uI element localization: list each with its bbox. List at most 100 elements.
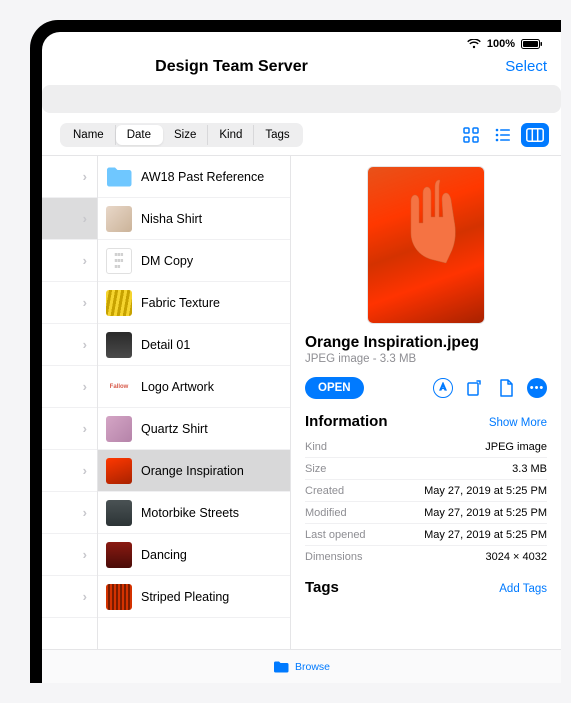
wifi-icon [467, 39, 481, 49]
sort-segmented: NameDateSizeKindTags [60, 123, 303, 147]
select-button[interactable]: Select [505, 58, 547, 75]
file-label: Fabric Texture [141, 296, 220, 310]
parent-row[interactable]: › [42, 198, 97, 240]
parent-row[interactable]: › [42, 324, 97, 366]
image-thumbnail [106, 416, 132, 442]
create-pdf-icon[interactable] [463, 377, 485, 399]
info-row: Size 3.3 MB [305, 458, 547, 480]
file-row[interactable]: Striped Pleating [98, 576, 290, 618]
parent-row[interactable]: › [42, 576, 97, 618]
folder-icon [106, 164, 132, 190]
browse-label[interactable]: Browse [295, 661, 330, 673]
file-row[interactable]: Detail 01 [98, 324, 290, 366]
info-value: May 27, 2019 at 5:25 PM [424, 529, 547, 541]
browse-icon[interactable] [273, 661, 289, 673]
info-key: Size [305, 463, 326, 475]
chevron-right-icon: › [83, 463, 87, 478]
parent-row[interactable]: › [42, 534, 97, 576]
image-thumbnail [106, 584, 132, 610]
sort-tags[interactable]: Tags [254, 125, 300, 145]
info-value: 3024 × 4032 [486, 551, 547, 563]
parent-row[interactable]: › [42, 240, 97, 282]
info-value: 3.3 MB [512, 463, 547, 475]
sort-name[interactable]: Name [62, 125, 116, 145]
chevron-right-icon: › [83, 589, 87, 604]
info-value: May 27, 2019 at 5:25 PM [424, 485, 547, 497]
file-label: Motorbike Streets [141, 506, 239, 520]
main-columns: ››››››››››› AW18 Past ReferenceNisha Shi… [42, 155, 561, 649]
parent-row[interactable]: › [42, 156, 97, 198]
chevron-right-icon: › [83, 379, 87, 394]
image-thumbnail [106, 332, 132, 358]
chevron-right-icon: › [83, 421, 87, 436]
view-toggles [457, 123, 549, 147]
information-header: Information Show More [305, 413, 547, 430]
file-preview[interactable] [367, 166, 485, 324]
chevron-right-icon: › [83, 547, 87, 562]
file-row[interactable]: AW18 Past Reference [98, 156, 290, 198]
info-value: May 27, 2019 at 5:25 PM [424, 507, 547, 519]
parent-row[interactable]: › [42, 408, 97, 450]
info-row: ModifiedMay 27, 2019 at 5:25 PM [305, 502, 547, 524]
file-label: AW18 Past Reference [141, 170, 264, 184]
file-meta: JPEG image - 3.3 MB [305, 353, 547, 365]
file-label: DM Copy [141, 254, 193, 268]
tags-header: Tags Add Tags [305, 579, 547, 596]
file-label: Detail 01 [141, 338, 190, 352]
file-label: Logo Artwork [141, 380, 214, 394]
header: Design Team Server Select [42, 52, 561, 85]
info-row: Dimensions3024 × 4032 [305, 546, 547, 567]
file-label: Dancing [141, 548, 187, 562]
info-key: Last opened [305, 529, 366, 541]
parent-row[interactable]: › [42, 450, 97, 492]
battery-percent: 100% [487, 38, 515, 50]
file-actions: OPEN ••• [305, 377, 547, 399]
file-row[interactable]: Quartz Shirt [98, 408, 290, 450]
file-label: Orange Inspiration [141, 464, 244, 478]
search-bar[interactable] [42, 85, 561, 113]
chevron-right-icon: › [83, 211, 87, 226]
parent-row[interactable]: › [42, 282, 97, 324]
add-tags-link[interactable]: Add Tags [499, 583, 547, 595]
image-thumbnail [106, 500, 132, 526]
bottom-tab-bar: Browse [42, 649, 561, 683]
file-row[interactable]: ≡≡≡≡≡≡≡≡DM Copy [98, 240, 290, 282]
markup-icon[interactable] [433, 378, 453, 398]
preview-image-content [404, 175, 474, 265]
image-thumbnail [106, 290, 132, 316]
file-row[interactable]: Fallow Logo Artwork [98, 366, 290, 408]
sort-size[interactable]: Size [163, 125, 208, 145]
sort-kind[interactable]: Kind [208, 125, 254, 145]
open-button[interactable]: OPEN [305, 377, 364, 399]
image-thumbnail [106, 206, 132, 232]
sort-date[interactable]: Date [116, 125, 163, 145]
screen: 100% Design Team Server Select NameDateS… [42, 32, 561, 683]
status-bar: 100% [42, 32, 561, 52]
detail-column: Orange Inspiration.jpeg JPEG image - 3.3… [291, 156, 561, 649]
grid-view-button[interactable] [457, 123, 485, 147]
info-row: CreatedMay 27, 2019 at 5:25 PM [305, 480, 547, 502]
info-key: Kind [305, 441, 327, 453]
file-row[interactable]: Dancing [98, 534, 290, 576]
battery-icon [521, 39, 543, 49]
parent-column[interactable]: ››››››››››› [42, 156, 98, 649]
chevron-right-icon: › [83, 169, 87, 184]
file-row[interactable]: Motorbike Streets [98, 492, 290, 534]
show-more-link[interactable]: Show More [489, 417, 547, 429]
parent-row[interactable]: › [42, 366, 97, 408]
document-icon[interactable] [495, 377, 517, 399]
file-row[interactable]: Nisha Shirt [98, 198, 290, 240]
more-actions-icon[interactable]: ••• [527, 378, 547, 398]
image-thumbnail [106, 542, 132, 568]
file-row[interactable]: Orange Inspiration [98, 450, 290, 492]
image-thumbnail: Fallow [106, 374, 132, 400]
column-view-button[interactable] [521, 123, 549, 147]
device-frame: 100% Design Team Server Select NameDateS… [30, 20, 561, 683]
chevron-right-icon: › [83, 337, 87, 352]
parent-row[interactable]: › [42, 492, 97, 534]
page-title: Design Team Server [155, 58, 308, 76]
file-row[interactable]: Fabric Texture [98, 282, 290, 324]
file-list-column[interactable]: AW18 Past Reference Nisha Shirt≡≡≡≡≡≡≡≡DM… [98, 156, 291, 649]
list-view-button[interactable] [489, 123, 517, 147]
chevron-right-icon: › [83, 505, 87, 520]
